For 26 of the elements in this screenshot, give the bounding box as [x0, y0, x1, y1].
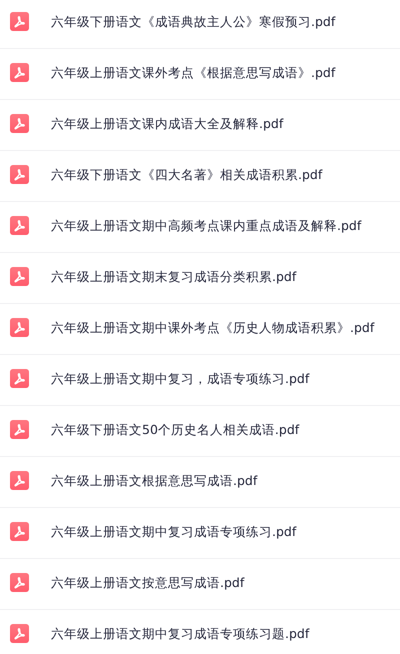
file-name[interactable]: 六年级上册语文期末复习成语分类积累.pdf	[51, 267, 296, 287]
file-name[interactable]: 六年级上册语文期中课外考点《历史人物成语积累》.pdf	[51, 318, 374, 338]
pdf-icon	[10, 420, 29, 439]
file-name[interactable]: 六年级上册语文期中复习，成语专项练习.pdf	[51, 369, 310, 389]
pdf-icon	[10, 318, 29, 337]
pdf-icon	[10, 522, 29, 541]
file-name[interactable]: 六年级上册语文课内成语大全及解释.pdf	[51, 114, 284, 134]
pdf-icon	[10, 12, 29, 31]
pdf-icon	[10, 573, 29, 592]
file-name[interactable]: 六年级上册语文期中高频考点课内重点成语及解释.pdf	[51, 216, 362, 236]
pdf-icon	[10, 63, 29, 82]
pdf-icon	[10, 114, 29, 133]
pdf-icon	[10, 165, 29, 184]
pdf-icon	[10, 471, 29, 490]
file-name[interactable]: 六年级上册语文期中复习成语专项练习.pdf	[51, 522, 296, 542]
file-name[interactable]: 六年级下册语文50个历史名人相关成语.pdf	[51, 420, 300, 440]
pdf-icon	[10, 267, 29, 286]
file-name[interactable]: 六年级上册语文按意思写成语.pdf	[51, 573, 244, 593]
file-name[interactable]: 六年级上册语文根据意思写成语.pdf	[51, 471, 258, 491]
pdf-icon	[10, 216, 29, 235]
pdf-icon	[10, 624, 29, 643]
file-name[interactable]: 六年级上册语文期中复习成语专项练习题.pdf	[51, 624, 310, 644]
file-name[interactable]: 六年级上册语文课外考点《根据意思写成语》.pdf	[51, 63, 336, 83]
pdf-icon	[10, 369, 29, 388]
file-name[interactable]: 六年级下册语文《成语典故主人公》寒假预习.pdf	[51, 12, 336, 32]
file-name[interactable]: 六年级下册语文《四大名著》相关成语积累.pdf	[51, 165, 322, 185]
